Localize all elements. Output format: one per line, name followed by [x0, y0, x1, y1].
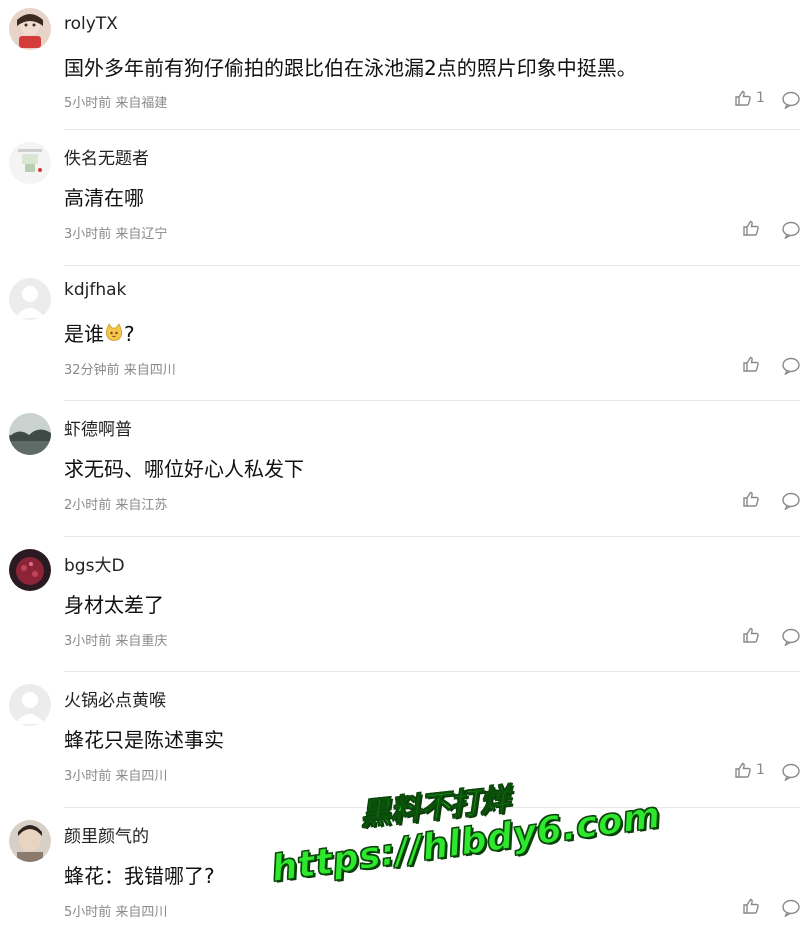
like-button[interactable]: [742, 355, 760, 373]
reply-button[interactable]: [782, 221, 800, 243]
comment-bubble-icon: [782, 492, 800, 510]
comment-text: 身材太差了: [64, 589, 164, 618]
thumbs-up-icon: [742, 219, 760, 237]
reply-button[interactable]: [782, 763, 800, 785]
like-count: 1: [756, 90, 765, 106]
comment-bubble-icon: [782, 221, 800, 239]
comment-meta: 3小时前 来自辽宁: [64, 223, 167, 242]
comment-time: 32分钟前: [64, 363, 120, 378]
comment-item: kdjfhak 是谁? 32分钟前 来自四川: [0, 266, 800, 402]
comment-location: 来自辽宁: [115, 227, 167, 242]
comment-location: 来自四川: [115, 769, 167, 784]
like-button[interactable]: [742, 219, 760, 237]
username[interactable]: kdjfhak: [64, 280, 126, 300]
like-button[interactable]: 1: [734, 761, 765, 779]
like-button[interactable]: [742, 897, 760, 915]
comment-item: 火锅必点黄喉 蜂花只是陈述事实 3小时前 来自四川 1: [0, 672, 800, 808]
comment-bubble-icon: [782, 899, 800, 917]
avatar[interactable]: [9, 278, 51, 320]
thumbs-up-icon: [734, 89, 752, 107]
comment-text: 是谁?: [64, 318, 135, 347]
comment-meta: 5小时前 来自四川: [64, 901, 167, 920]
comment-text: 国外多年前有狗仔偷拍的跟比伯在泳池漏2点的照片印象中挺黑。: [64, 52, 637, 81]
comment-time: 3小时前: [64, 769, 111, 784]
like-button[interactable]: 1: [734, 89, 765, 107]
thumbs-up-icon: [742, 626, 760, 644]
avatar[interactable]: [9, 142, 51, 184]
comment-meta: 3小时前 来自四川: [64, 765, 167, 784]
avatar[interactable]: [9, 549, 51, 591]
like-button[interactable]: [742, 490, 760, 508]
comment-time: 5小时前: [64, 905, 111, 920]
comment-item: 佚名无题者 高清在哪 3小时前 来自辽宁: [0, 130, 800, 266]
comment-meta: 5小时前 来自福建: [64, 92, 167, 111]
like-button[interactable]: [742, 626, 760, 644]
avatar[interactable]: [9, 8, 51, 50]
reply-button[interactable]: [782, 492, 800, 514]
comment-meta: 32分钟前 来自四川: [64, 359, 176, 378]
username[interactable]: 火锅必点黄喉: [64, 686, 166, 711]
comment-text: 高清在哪: [64, 182, 144, 211]
comment-text-suffix: ?: [124, 322, 135, 346]
reply-button[interactable]: [782, 357, 800, 379]
comment-time: 3小时前: [64, 634, 111, 649]
thumbs-up-icon: [742, 355, 760, 373]
reply-button[interactable]: [782, 899, 800, 921]
comment-location: 来自四川: [124, 363, 176, 378]
thumbs-up-icon: [742, 490, 760, 508]
avatar[interactable]: [9, 413, 51, 455]
avatar[interactable]: [9, 820, 51, 862]
comment-bubble-icon: [782, 628, 800, 646]
username[interactable]: rolyTX: [64, 14, 118, 34]
reply-button[interactable]: [782, 91, 800, 113]
comment-item: rolyTX 国外多年前有狗仔偷拍的跟比伯在泳池漏2点的照片印象中挺黑。 5小时…: [0, 0, 800, 130]
comment-item: 虾德啊普 求无码、哪位好心人私发下 2小时前 来自江苏: [0, 401, 800, 537]
comment-bubble-icon: [782, 763, 800, 781]
cat-emoji-icon: [104, 323, 124, 343]
comment-item: bgs大D 身材太差了 3小时前 来自重庆: [0, 537, 800, 673]
username[interactable]: 颜里颜气的: [64, 822, 149, 847]
comment-location: 来自四川: [115, 905, 167, 920]
comment-location: 来自福建: [115, 96, 167, 111]
username[interactable]: bgs大D: [64, 551, 125, 576]
comment-text: 蜂花：我错哪了?: [64, 860, 215, 889]
comment-text: 蜂花只是陈述事实: [64, 724, 224, 753]
avatar[interactable]: [9, 684, 51, 726]
username[interactable]: 佚名无题者: [64, 144, 149, 169]
comment-meta: 3小时前 来自重庆: [64, 630, 167, 649]
comment-bubble-icon: [782, 357, 800, 375]
comment-location: 来自重庆: [115, 634, 167, 649]
comment-text: 求无码、哪位好心人私发下: [64, 453, 304, 482]
reply-button[interactable]: [782, 628, 800, 650]
comment-item: 颜里颜气的 蜂花：我错哪了? 5小时前 来自四川: [0, 808, 800, 943]
username[interactable]: 虾德啊普: [64, 415, 132, 440]
comment-text-main: 是谁: [64, 322, 104, 346]
comment-time: 2小时前: [64, 498, 111, 513]
comment-location: 来自江苏: [115, 498, 167, 513]
comment-list: rolyTX 国外多年前有狗仔偷拍的跟比伯在泳池漏2点的照片印象中挺黑。 5小时…: [0, 0, 800, 943]
thumbs-up-icon: [742, 897, 760, 915]
comment-bubble-icon: [782, 91, 800, 109]
thumbs-up-icon: [734, 761, 752, 779]
comment-time: 3小时前: [64, 227, 111, 242]
like-count: 1: [756, 762, 765, 778]
comment-time: 5小时前: [64, 96, 111, 111]
comment-meta: 2小时前 来自江苏: [64, 494, 167, 513]
